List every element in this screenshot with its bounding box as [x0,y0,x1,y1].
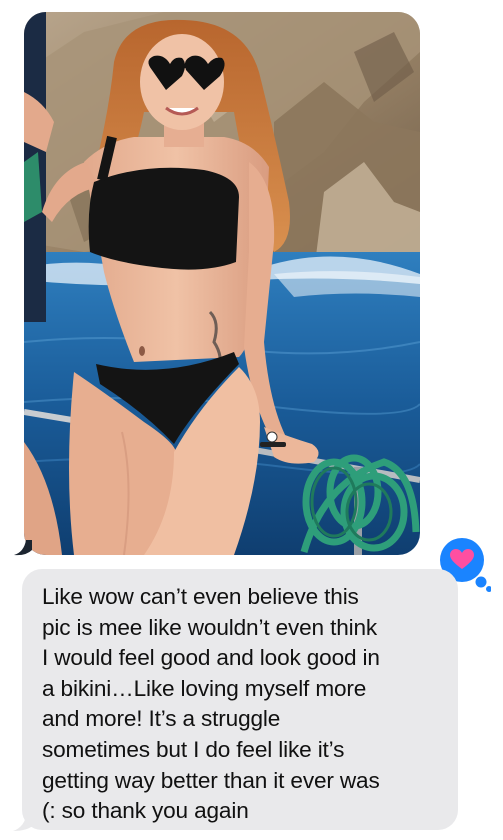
photo-bubble-tail [14,540,32,556]
text-message[interactable]: Like wow can’t even believe this pic is … [22,569,458,830]
message-text: Like wow can’t even believe this pic is … [42,584,380,824]
text-bubble-tail [13,812,35,831]
photo-message[interactable] [24,12,420,555]
message-thread: Like wow can’t even believe this pic is … [0,0,503,840]
bikini-photo [24,12,420,555]
